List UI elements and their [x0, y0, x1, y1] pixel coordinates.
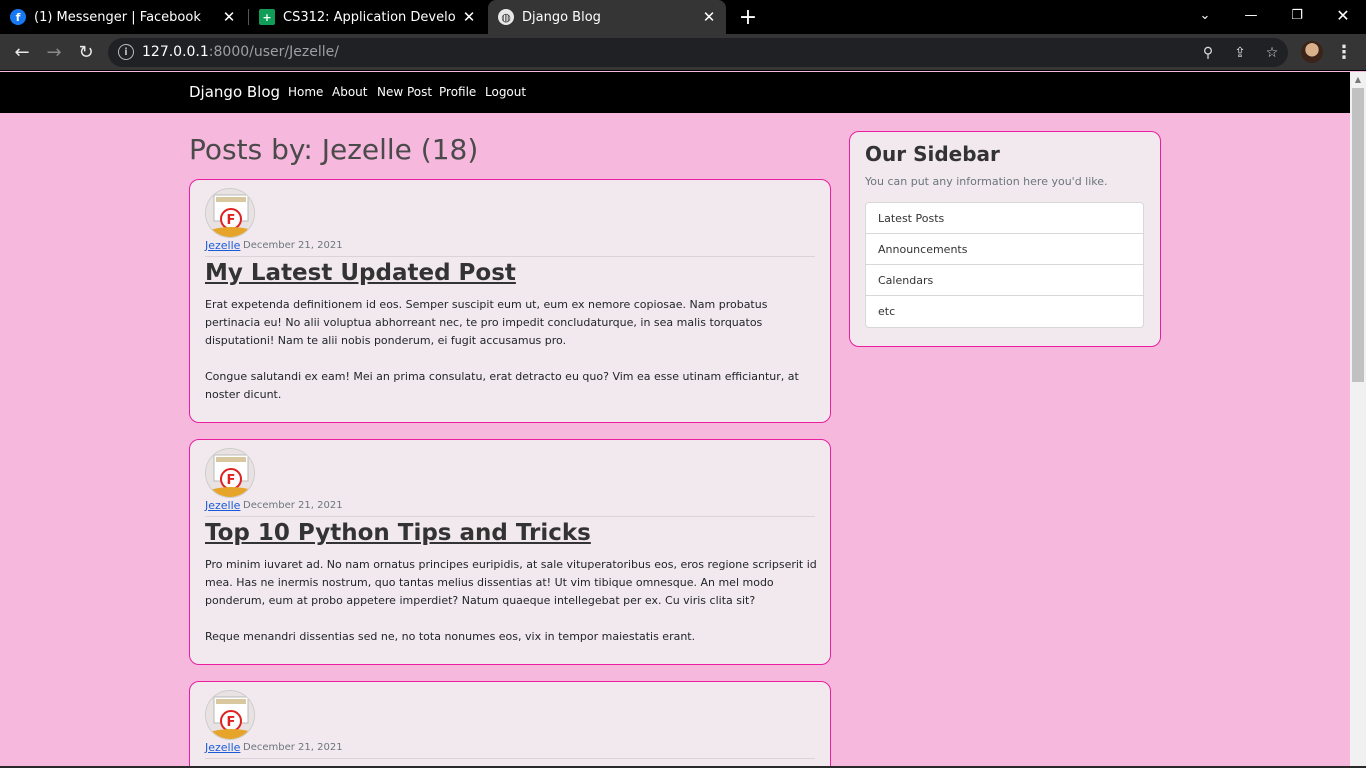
nav-profile[interactable]: Profile [439, 85, 476, 99]
url-path: :8000/user/Jezelle/ [208, 44, 339, 60]
post-date: December 21, 2021 [243, 742, 343, 753]
author-avatar: F [205, 690, 255, 740]
nav-home[interactable]: Home [288, 85, 323, 99]
sidebar-item-announcements[interactable]: Announcements [866, 234, 1143, 265]
scrollbar-thumb[interactable] [1352, 88, 1364, 382]
post-card: F Jezelle December 21, 2021 My Latest Up… [189, 179, 831, 423]
site-info-icon[interactable]: i [118, 44, 134, 60]
post-content: Pro minim iuvaret ad. No nam ornatus pri… [205, 556, 819, 664]
post-card: F Jezelle December 21, 2021 [189, 681, 831, 768]
post-content: Erat expetenda definitionem id eos. Semp… [205, 296, 819, 422]
post-title-link[interactable]: My Latest Updated Post [205, 260, 516, 286]
tab-cs312[interactable]: + CS312: Application Development ✕ [250, 0, 486, 34]
divider [205, 516, 815, 517]
restore-button[interactable]: ❐ [1274, 0, 1320, 30]
share-icon[interactable]: ⇪ [1230, 43, 1250, 63]
close-icon[interactable]: ✕ [700, 8, 718, 26]
nav-new-post[interactable]: New Post [377, 85, 432, 99]
tab-django-blog[interactable]: ◍ Django Blog ✕ [488, 0, 726, 34]
post-author-link[interactable]: Jezelle [205, 741, 240, 754]
url-host: 127.0.0.1 [142, 44, 209, 60]
post-paragraph: Congue salutandi ex eam! Mei an prima co… [205, 370, 799, 401]
bookmark-star-icon[interactable]: ☆ [1262, 43, 1282, 63]
post-author-link[interactable]: Jezelle [205, 239, 240, 252]
divider [205, 256, 815, 257]
sidebar-subtitle: You can put any information here you'd l… [865, 175, 1108, 188]
tab-separator [248, 9, 249, 25]
minimize-button[interactable]: — [1228, 0, 1274, 30]
close-icon[interactable]: ✕ [220, 8, 238, 26]
tab-title: Django Blog [522, 9, 601, 25]
report-card-icon: F [206, 691, 254, 739]
browser-tab-strip: f (1) Messenger | Facebook ✕ + CS312: Ap… [0, 0, 1366, 34]
close-icon[interactable]: ✕ [460, 8, 478, 26]
sidebar-item-etc[interactable]: etc [866, 296, 1143, 327]
globe-icon: ◍ [498, 9, 514, 25]
reload-icon[interactable]: ↻ [73, 39, 99, 65]
post-paragraph: Reque menandri dissentias sed ne, no tot… [205, 630, 696, 643]
sidebar-title: Our Sidebar [865, 142, 1000, 166]
tab-title: (1) Messenger | Facebook [34, 9, 201, 25]
svg-text:F: F [227, 715, 236, 730]
post-author-link[interactable]: Jezelle [205, 499, 240, 512]
zoom-icon[interactable]: ⚲ [1198, 43, 1218, 63]
tab-search-chevron-down-icon[interactable]: ⌄ [1182, 0, 1228, 30]
tab-title: CS312: Application Development [283, 9, 455, 25]
sidebar-item-calendars[interactable]: Calendars [866, 265, 1143, 296]
url-text[interactable]: 127.0.0.1:8000/user/Jezelle/ [142, 44, 339, 60]
author-avatar: F [205, 448, 255, 498]
post-paragraph: Pro minim iuvaret ad. No nam ornatus pri… [205, 558, 817, 607]
address-bar[interactable]: i 127.0.0.1:8000/user/Jezelle/ ⚲ ⇪ ☆ [108, 38, 1288, 67]
back-arrow-icon[interactable]: ← [9, 39, 35, 65]
nav-about[interactable]: About [332, 85, 367, 99]
report-card-icon: F [206, 449, 254, 497]
profile-avatar[interactable] [1301, 41, 1323, 63]
scroll-up-icon[interactable]: ▲ [1353, 76, 1363, 84]
sidebar-list: Latest Posts Announcements Calendars etc [865, 202, 1144, 328]
window-close-button[interactable]: ✕ [1320, 0, 1366, 30]
page-title: Posts by: Jezelle (18) [189, 133, 479, 166]
post-date: December 21, 2021 [243, 240, 343, 251]
divider [205, 758, 815, 759]
forward-arrow-icon[interactable]: → [41, 39, 67, 65]
sidebar: Our Sidebar You can put any information … [849, 131, 1161, 347]
sidebar-item-latest-posts[interactable]: Latest Posts [866, 203, 1143, 234]
svg-text:F: F [227, 473, 236, 488]
report-card-icon: F [206, 189, 254, 237]
site-brand[interactable]: Django Blog [189, 83, 280, 101]
post-paragraph: Erat expetenda definitionem id eos. Semp… [205, 298, 768, 347]
post-date: December 21, 2021 [243, 500, 343, 511]
post-card: F Jezelle December 21, 2021 Top 10 Pytho… [189, 439, 831, 665]
new-tab-button[interactable]: + [737, 5, 759, 30]
post-title-link[interactable]: Top 10 Python Tips and Tricks [205, 520, 591, 546]
facebook-icon: f [10, 9, 26, 25]
site-navbar: Django Blog Home About New Post Profile … [0, 72, 1350, 113]
menu-dots-icon[interactable]: ⋮ [1334, 41, 1354, 63]
author-avatar: F [205, 188, 255, 238]
tab-messenger[interactable]: f (1) Messenger | Facebook ✕ [10, 0, 246, 34]
browser-toolbar: ← → ↻ i 127.0.0.1:8000/user/Jezelle/ ⚲ ⇪… [0, 34, 1366, 71]
nav-logout[interactable]: Logout [485, 85, 526, 99]
svg-text:F: F [227, 213, 236, 228]
sheets-icon: + [259, 9, 275, 25]
